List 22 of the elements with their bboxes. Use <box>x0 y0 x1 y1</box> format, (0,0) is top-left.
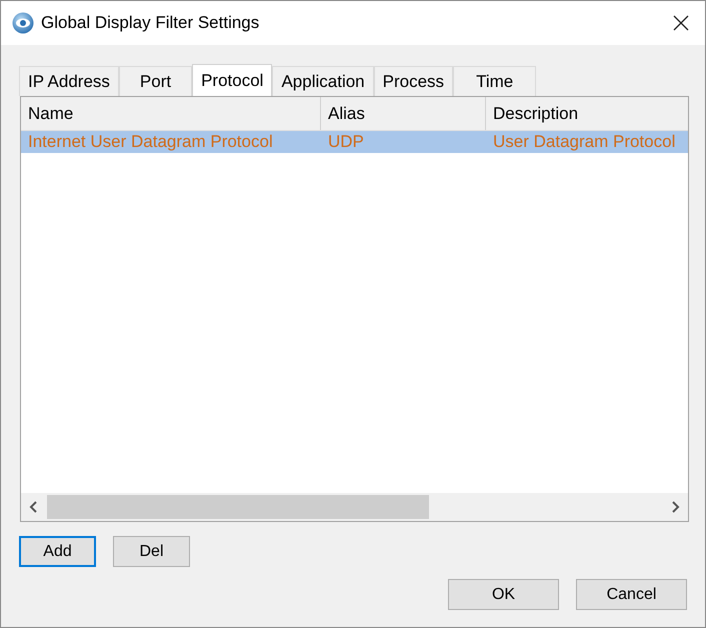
tab[interactable]: Process <box>374 66 454 96</box>
tab[interactable]: Port <box>118 66 192 96</box>
scroll-right-icon[interactable] <box>670 501 680 513</box>
action-button[interactable]: Add <box>19 536 96 567</box>
close-icon[interactable] <box>673 15 689 31</box>
table-cell-text: UDP <box>327 132 365 152</box>
tab[interactable]: Application <box>272 66 374 96</box>
table-cell-text: Internet User Datagram Protocol <box>27 132 274 152</box>
action-button[interactable]: Del <box>113 536 190 567</box>
tab[interactable]: Protocol <box>192 64 272 96</box>
tab[interactable]: IP Address <box>19 66 119 96</box>
scroll-left-icon[interactable] <box>29 501 39 513</box>
column-header[interactable]: Name <box>21 97 321 130</box>
window-title: Global Display Filter Settings <box>41 13 260 33</box>
horizontal-scrollbar[interactable] <box>21 493 688 521</box>
eye-logo-icon <box>12 12 34 34</box>
table-cell-text: User Datagram Protocol <box>492 132 676 152</box>
dialog-button[interactable]: OK <box>448 579 559 610</box>
dialog-button[interactable]: Cancel <box>576 579 687 610</box>
tab[interactable]: Time <box>453 66 536 96</box>
column-header[interactable]: Description <box>486 97 688 130</box>
column-header[interactable]: Alias <box>321 97 486 130</box>
